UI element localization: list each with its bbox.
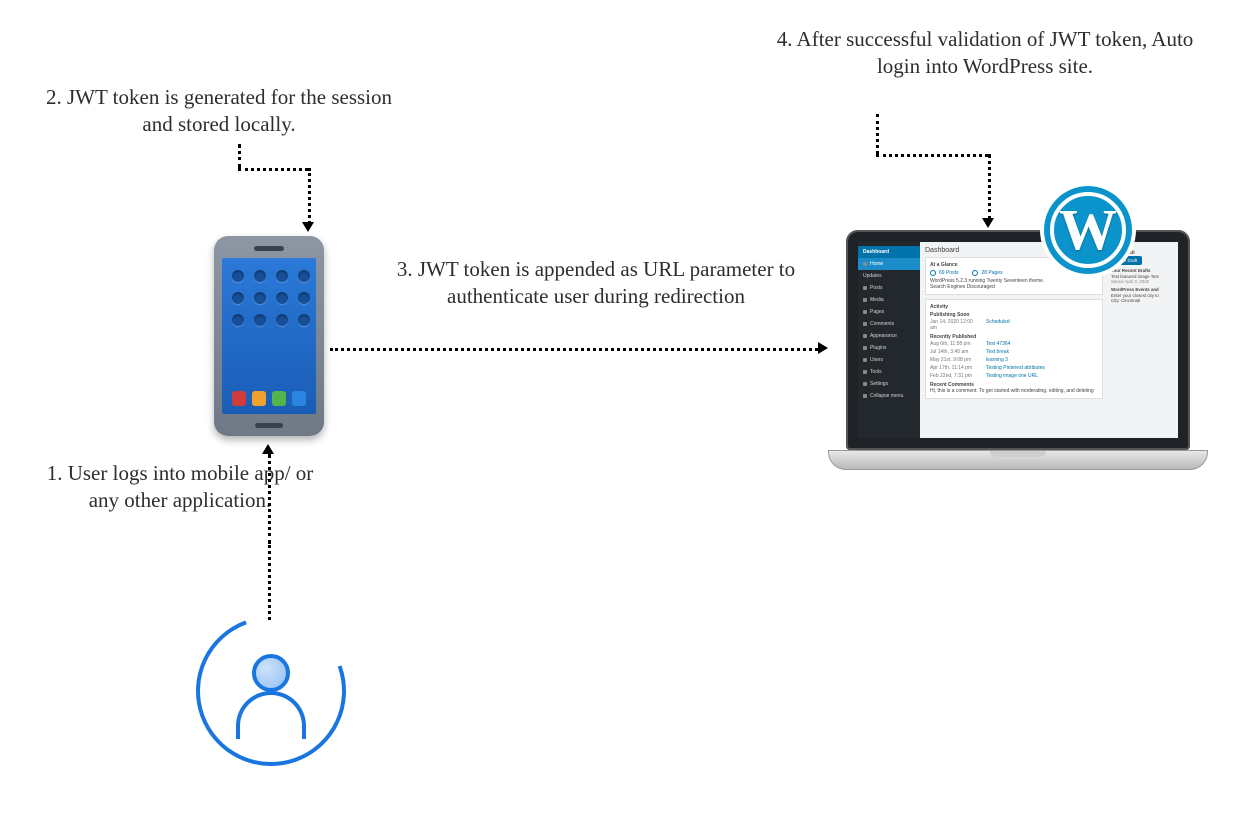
connector-3 <box>330 348 818 351</box>
step-3-caption: 3. JWT token is appended as URL paramete… <box>396 256 796 311</box>
diagram-canvas: 2. JWT token is generated for the sessio… <box>0 0 1234 816</box>
wp-menu-media: Media <box>858 294 920 306</box>
wp-right-col: Quick Draft Save Draft Your Recent Draft… <box>1108 242 1178 438</box>
wp-menu-tools: Tools <box>858 366 920 378</box>
connector-1b <box>268 454 271 544</box>
wp-menu-appearance: Appearance <box>858 330 920 342</box>
step-2-caption: 2. JWT token is generated for the sessio… <box>44 84 394 139</box>
laptop-icon: Dashboard Home Updates Posts Media Pages… <box>828 230 1208 470</box>
wp-menu-updates: Updates <box>858 270 920 282</box>
wp-menu-comments: Comments <box>858 318 920 330</box>
user-icon <box>196 616 346 766</box>
step-4-caption: 4. After successful validation of JWT to… <box>770 26 1200 81</box>
wp-menu-settings: Settings <box>858 378 920 390</box>
wp-activity: Activity Publishing Soon Jan 14, 2020 12… <box>925 299 1103 399</box>
wp-menu-users: Users <box>858 354 920 366</box>
connector-1a <box>268 545 271 620</box>
wp-menu-pages: Pages <box>858 306 920 318</box>
step-1-caption: 1. User logs into mobile app/ or any oth… <box>30 460 330 515</box>
wordpress-logo-letter: W <box>1059 201 1117 259</box>
wp-sidebar: Dashboard Home Updates Posts Media Pages… <box>858 242 920 438</box>
wp-menu-posts: Posts <box>858 282 920 294</box>
wp-menu-collapse: Collapse menu <box>858 390 920 402</box>
connector-2c <box>308 168 311 224</box>
wordpress-logo-icon: W <box>1044 186 1132 274</box>
arrow-4 <box>982 218 994 228</box>
connector-4a <box>876 114 879 154</box>
wp-sidebar-top: Dashboard <box>858 246 920 258</box>
arrow-3 <box>818 342 828 354</box>
connector-2b <box>238 168 308 171</box>
arrow-1 <box>262 444 274 454</box>
wp-menu-plugins: Plugins <box>858 342 920 354</box>
mobile-phone-icon <box>214 236 324 436</box>
wordpress-dashboard-thumb: Dashboard Home Updates Posts Media Pages… <box>858 242 1178 438</box>
connector-4b <box>876 154 988 157</box>
wp-menu-home: Home <box>858 258 920 270</box>
connector-2a <box>238 144 241 168</box>
arrow-2 <box>302 222 314 232</box>
connector-4c <box>988 154 991 220</box>
